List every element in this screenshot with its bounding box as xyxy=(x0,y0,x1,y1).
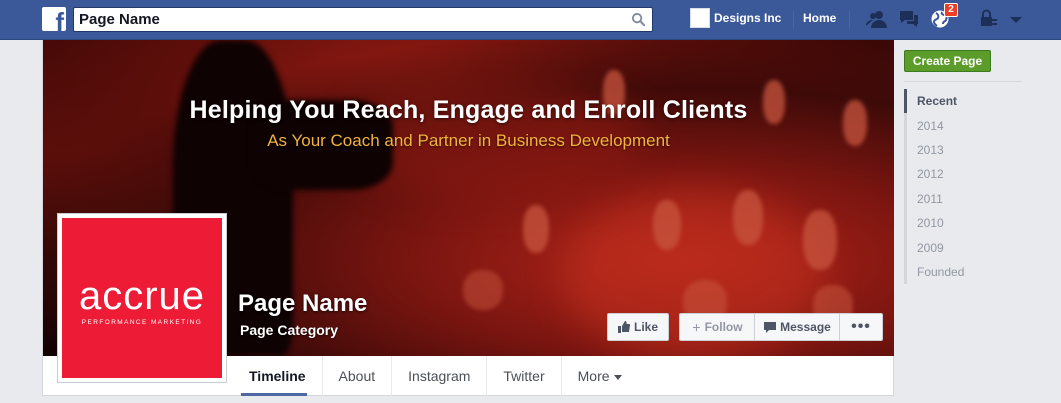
tab-twitter[interactable]: Twitter xyxy=(487,356,562,396)
accrue-logo: accrue PERFORMANCE MARKETING xyxy=(62,218,222,378)
messages-icon[interactable] xyxy=(898,9,920,29)
caret-down-icon xyxy=(613,374,622,380)
friend-requests-icon[interactable] xyxy=(866,9,888,29)
tab-timeline[interactable]: Timeline xyxy=(233,356,323,396)
year-nav-item[interactable]: 2014 xyxy=(904,113,1022,138)
search-box[interactable] xyxy=(73,7,653,32)
follow-button-label: Follow xyxy=(704,320,743,334)
more-options-button[interactable]: ••• xyxy=(839,313,883,341)
user-avatar[interactable] xyxy=(690,8,710,28)
year-nav-item[interactable]: 2009 xyxy=(904,235,1022,260)
follow-button[interactable]: + Follow xyxy=(679,313,755,341)
search-input[interactable] xyxy=(74,8,624,31)
nav-divider xyxy=(793,11,794,28)
sidebar-divider xyxy=(904,81,1022,82)
page-header-card: Helping You Reach, Engage and Enroll Cli… xyxy=(42,40,894,396)
tab-about[interactable]: About xyxy=(323,356,393,396)
notification-count-badge: 2 xyxy=(944,3,958,17)
crowd-hand xyxy=(653,200,681,250)
year-nav-item[interactable]: 2012 xyxy=(904,162,1022,187)
logo-wordmark: accrue xyxy=(78,274,206,318)
like-button[interactable]: Like xyxy=(607,313,669,341)
thumbs-up-icon xyxy=(617,321,630,333)
privacy-shortcuts-icon[interactable] xyxy=(978,9,1000,29)
crowd-face xyxy=(463,270,503,310)
page-tabs: Timeline About Instagram Twitter More xyxy=(233,356,638,396)
message-button-label: Message xyxy=(780,320,831,334)
crowd-hand xyxy=(803,210,837,270)
nav-divider xyxy=(849,11,850,28)
account-menu-chevron-down-icon[interactable] xyxy=(1005,9,1027,29)
message-button[interactable]: Message xyxy=(754,313,840,341)
create-page-button[interactable]: Create Page xyxy=(904,50,991,72)
like-button-label: Like xyxy=(633,320,658,334)
top-navigation-bar: f Designs Inc Home 2 xyxy=(0,0,1061,40)
cover-subheadline: As Your Coach and Partner in Business De… xyxy=(267,131,670,150)
tab-more-label: More xyxy=(577,368,610,384)
crowd-hand xyxy=(733,190,763,245)
home-link[interactable]: Home xyxy=(803,11,836,25)
year-nav-recent[interactable]: Recent xyxy=(904,89,1022,114)
facebook-logo-icon[interactable]: f xyxy=(42,7,66,31)
year-nav-item[interactable]: 2010 xyxy=(904,210,1022,236)
timeline-year-nav: Recent 2014 2013 2012 2011 2010 2009 Fou… xyxy=(904,89,1022,285)
search-icon[interactable] xyxy=(631,12,646,27)
user-name-link[interactable]: Designs Inc xyxy=(714,11,781,25)
logo-tagline: PERFORMANCE MARKETING xyxy=(81,319,203,326)
tab-more[interactable]: More xyxy=(562,356,638,396)
year-nav-item[interactable]: 2011 xyxy=(904,186,1022,211)
message-bubble-icon xyxy=(764,321,777,333)
profile-picture[interactable]: accrue PERFORMANCE MARKETING xyxy=(57,213,227,383)
year-nav-founded[interactable]: Founded xyxy=(904,259,1022,285)
tab-instagram[interactable]: Instagram xyxy=(392,356,488,396)
page-title[interactable]: Page Name xyxy=(238,290,367,318)
plus-icon: + xyxy=(692,319,701,335)
year-nav-item[interactable]: 2013 xyxy=(904,137,1022,163)
crowd-hand xyxy=(523,205,549,253)
cover-headline: Helping You Reach, Engage and Enroll Cli… xyxy=(189,96,748,124)
page-category[interactable]: Page Category xyxy=(240,322,338,338)
